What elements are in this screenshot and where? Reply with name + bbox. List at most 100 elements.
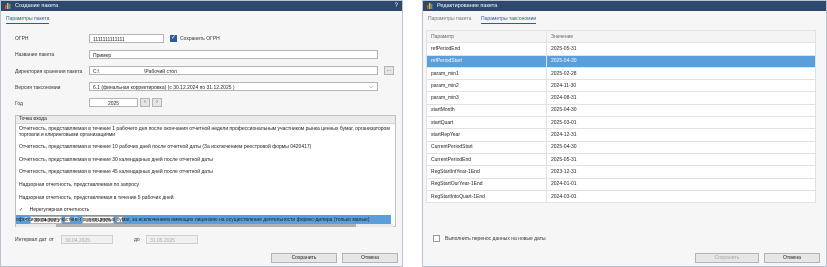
- interval-label: Интервал дат: [15, 237, 47, 243]
- param-cell: RegStartIntYear-1End: [426, 165, 547, 179]
- help-icon[interactable]: ?: [395, 3, 398, 9]
- taxonomy-select[interactable]: 6.1 (финальная корректировка) (с 30.12.2…: [89, 82, 378, 91]
- interval-to-field: 31.05.2025: [146, 235, 198, 244]
- table-row[interactable]: param_min1 2025-02-28: [426, 66, 816, 81]
- title-bar: Создание пакета ?: [1, 1, 402, 11]
- year-value: 2025: [107, 100, 120, 107]
- year-decrement-button[interactable]: ‹: [140, 98, 150, 107]
- column-header-value: Значение: [546, 29, 816, 44]
- taxonomy-params-table: Параметр Значение refPeriodEnd 2025-05-31…: [426, 29, 816, 204]
- list-item[interactable]: Отчетность, представляемая в течение 30 …: [19, 157, 391, 163]
- ogrn-label: ОГРН: [15, 36, 29, 42]
- param-cell: refPeriodStart: [426, 54, 547, 68]
- dialog-title: Редактирование пакета: [437, 3, 498, 9]
- interval-from-field: 30.04.2025: [61, 235, 113, 244]
- save-ogrn-label: Сохранить ОГРН: [180, 36, 220, 42]
- irregular-group-label: Нерегулярная отчетность: [29, 207, 90, 213]
- ogrn-field[interactable]: 1111111111111: [89, 34, 164, 43]
- value-cell[interactable]: 2024-03-01: [546, 189, 816, 204]
- save-button[interactable]: Сохранить: [271, 253, 337, 263]
- value-cell[interactable]: 2024-11-30: [546, 79, 816, 93]
- cancel-button[interactable]: Отмена: [764, 253, 820, 263]
- list-item[interactable]: Отчетность, представляемая в течение 45 …: [19, 169, 391, 175]
- value-cell[interactable]: 2024-08-31: [546, 91, 816, 105]
- list-item[interactable]: Надзорная отчетность, представляемая в т…: [19, 195, 391, 201]
- value-cell[interactable]: 2025-05-31: [546, 42, 816, 56]
- table-row[interactable]: param_min3 2024-08-31: [426, 91, 816, 105]
- transfer-dates-label: Выполнить перенос данных на новые даты: [445, 236, 546, 242]
- value-cell[interactable]: 2025-05-31: [546, 152, 816, 167]
- interval-to-label: до: [134, 237, 140, 243]
- browse-button[interactable]: ...: [384, 66, 394, 75]
- table-row[interactable]: startRepYear 2024-12-31: [426, 128, 816, 142]
- table-row[interactable]: param_min2 2024-11-30: [426, 79, 816, 93]
- chevron-down-icon: ✓: [19, 207, 24, 213]
- param-cell: startRepYear: [426, 128, 547, 142]
- value-cell[interactable]: 2025-04-30: [546, 140, 816, 154]
- table-row[interactable]: refPeriodEnd 2025-05-31: [426, 42, 816, 56]
- tab-package-params[interactable]: Параметры пакета: [428, 16, 471, 22]
- value-cell[interactable]: 2024-01-01: [546, 177, 816, 191]
- create-package-dialog: Создание пакета ? Параметры пакета ОГРН …: [0, 0, 403, 267]
- table-row[interactable]: CurrentPeriodEnd 2025-05-31: [426, 152, 816, 167]
- package-name-label: Название пакета: [15, 52, 55, 58]
- table-header-row: Параметр Значение: [426, 29, 816, 44]
- storage-dir-path: \Рабочий стол: [144, 68, 177, 75]
- transfer-dates-checkbox[interactable]: [433, 235, 440, 242]
- param-cell: CurrentPeriodStart: [426, 140, 547, 154]
- chevron-right-icon: ›: [156, 99, 158, 105]
- param-cell: refPeriodEnd: [426, 42, 547, 56]
- year-label: Год: [15, 101, 23, 107]
- group-tail-text: офессиональные участники рынка ценных бу…: [16, 217, 370, 223]
- group-tail-row: офессиональные участники рынка ценных бу…: [16, 217, 393, 223]
- param-cell: param_min1: [426, 66, 547, 81]
- list-item: торговли и клиринговыми организациями: [19, 132, 116, 138]
- list-item[interactable]: Надзорная отчетность, представляемая по …: [19, 182, 391, 188]
- year-increment-button[interactable]: ›: [152, 98, 162, 107]
- cancel-button[interactable]: Отмена: [342, 253, 398, 263]
- value-cell[interactable]: 2025-04-30: [546, 103, 816, 118]
- app-logo-icon: [427, 3, 433, 9]
- save-button: Сохранить: [695, 253, 759, 263]
- param-cell: CurrentPeriodEnd: [426, 152, 547, 167]
- package-name-field[interactable]: Пример: [89, 50, 378, 59]
- storage-dir-drive: C:\: [93, 68, 100, 75]
- tab-taxonomy-params[interactable]: Параметры таксономии: [481, 16, 537, 24]
- title-bar: Редактирование пакета: [423, 1, 826, 11]
- table-row[interactable]: RegStartIntYear-1End 2023-12-31: [426, 165, 816, 179]
- save-ogrn-checkbox[interactable]: ✓: [170, 35, 177, 42]
- table-row[interactable]: startQuart 2025-03-01: [426, 116, 816, 130]
- irregular-group-row[interactable]: ✓ Нерегулярная отчетность: [19, 207, 391, 213]
- column-header-param: Параметр: [426, 29, 547, 44]
- entry-point-list[interactable]: Точка входа Отчетность, представляемая в…: [15, 115, 396, 227]
- table-row[interactable]: RegStartOurYear-1End 2024-01-01: [426, 177, 816, 191]
- scrollbar-thumb[interactable]: [56, 224, 356, 227]
- app-logo-icon: [5, 3, 11, 9]
- table-row[interactable]: CurrentPeriodStart 2025-04-30: [426, 140, 816, 154]
- value-cell[interactable]: 2025-04-30: [546, 54, 816, 68]
- table-row[interactable]: startMonth 2025-04-30: [426, 103, 816, 118]
- table-row[interactable]: refPeriodStart 2025-04-30: [426, 54, 816, 68]
- tab-package-params[interactable]: Параметры пакета: [6, 16, 50, 24]
- table-row[interactable]: RegStartIntoQuart-1End 2024-03-01: [426, 189, 816, 204]
- list-item[interactable]: Отчетность, представляемая в течение 10 …: [19, 144, 391, 150]
- interval-from-label: от: [49, 237, 54, 243]
- dialog-title: Создание пакета: [15, 3, 59, 9]
- taxonomy-value: 6.1 (финальная корректировка) (с 30.12.2…: [93, 84, 235, 91]
- param-cell: RegStartIntoQuart-1End: [426, 189, 547, 204]
- value-cell[interactable]: 2024-12-31: [546, 128, 816, 142]
- chevron-left-icon: ‹: [144, 99, 146, 105]
- param-cell: RegStartOurYear-1End: [426, 177, 547, 191]
- entry-point-header: Точка входа: [16, 116, 395, 124]
- value-cell[interactable]: 2025-02-28: [546, 66, 816, 81]
- year-field[interactable]: 2025: [89, 98, 138, 107]
- value-cell[interactable]: 2023-12-31: [546, 165, 816, 179]
- storage-dir-label: Директория хранения пакета: [15, 69, 83, 75]
- param-cell: startMonth: [426, 103, 547, 118]
- storage-dir-field[interactable]: C:\ \Рабочий стол: [89, 66, 378, 75]
- param-cell: param_min3: [426, 91, 547, 105]
- horizontal-scrollbar[interactable]: [16, 224, 393, 227]
- value-cell[interactable]: 2025-03-01: [546, 116, 816, 130]
- taxonomy-label: Версия таксономии: [15, 85, 61, 91]
- param-cell: param_min2: [426, 79, 547, 93]
